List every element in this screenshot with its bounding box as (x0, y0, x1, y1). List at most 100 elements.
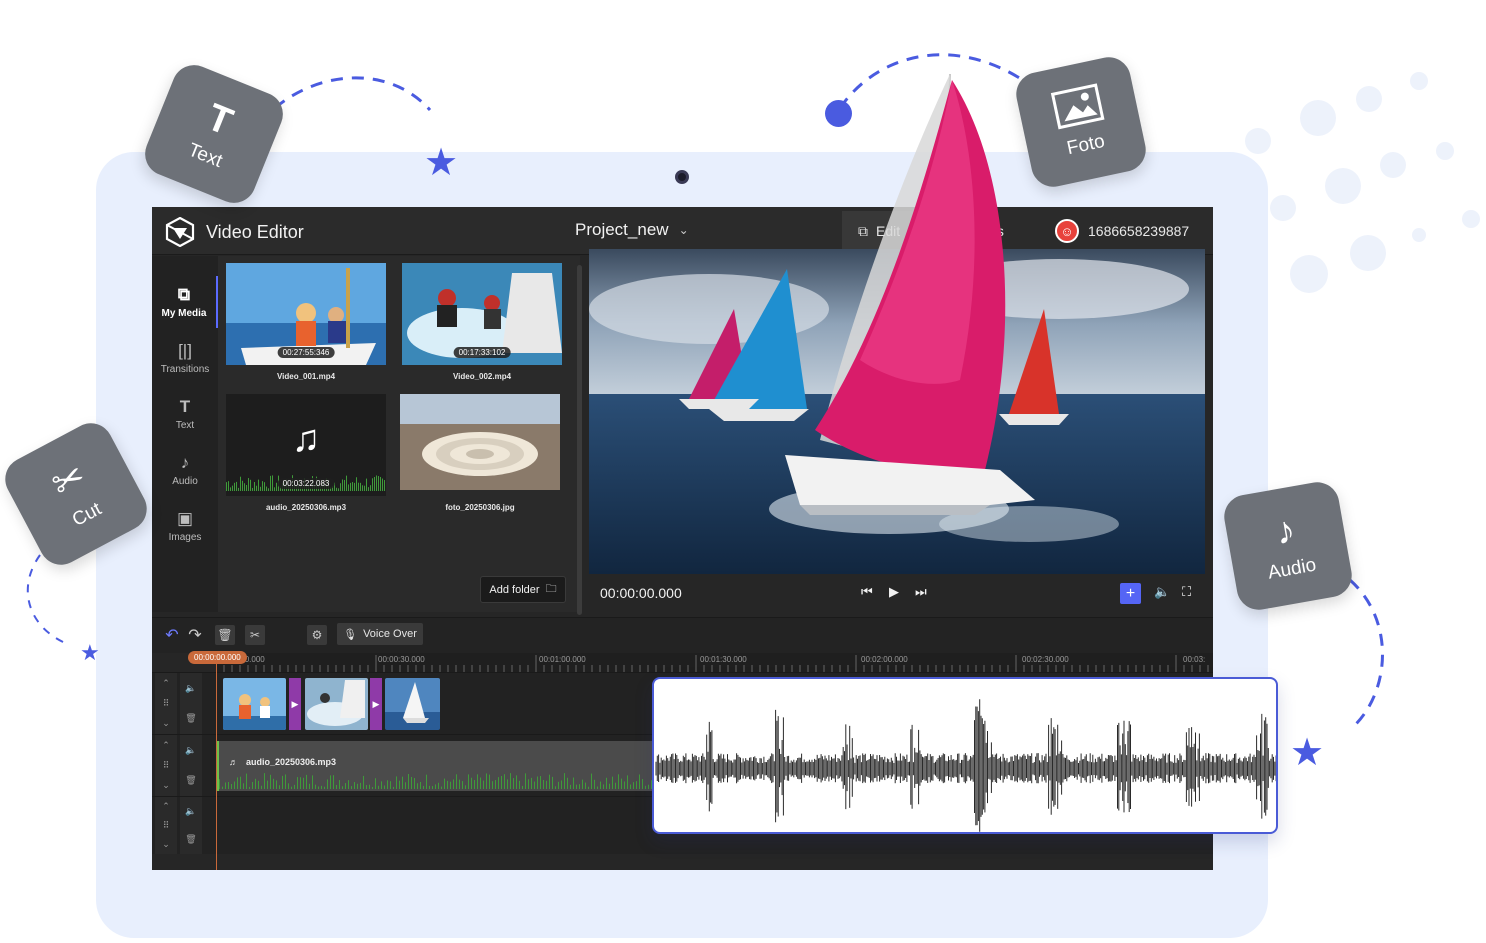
step-back-icon[interactable]: ⏮ (861, 584, 873, 600)
transitions-icon: [|] (178, 340, 192, 360)
ruler-label: 00:03: (1183, 655, 1206, 664)
transition-marker[interactable]: ▶ (370, 678, 382, 730)
video-preview (589, 249, 1205, 574)
settings-icon[interactable]: ⚙ (307, 625, 327, 645)
volume-icon[interactable]: 🔈 (1154, 584, 1170, 600)
audio-badge-label: Audio (1266, 554, 1318, 584)
app-logo-icon (165, 217, 195, 247)
scissors-icon[interactable]: ✂ (245, 625, 265, 645)
add-to-timeline-button[interactable]: + (1120, 583, 1141, 604)
app-title: Video Editor (206, 222, 304, 242)
star-icon: ★ (424, 142, 459, 184)
timeline-video-clip[interactable] (385, 678, 440, 730)
media-item[interactable]: foto_20250306.jpg (400, 394, 560, 512)
media-item[interactable]: ♫ 00:03:22.083 audio_20250306.mp3 (226, 394, 386, 512)
clip-thumbnail (305, 678, 368, 730)
track-move[interactable]: ⌃ ⠿ ⌄ (155, 735, 177, 796)
sidebar-item-label: Audio (172, 475, 198, 487)
media-item-name: Video_002.mp4 (452, 372, 512, 381)
sidebar-item-transitions[interactable]: [|] Transitions (152, 332, 218, 384)
text-icon: T (179, 396, 191, 416)
audio-badge: ♪ Audio (1220, 478, 1356, 614)
volume-icon: 🔈 (185, 805, 197, 816)
sidebar-item-my-media[interactable]: ⧉ My Media (152, 276, 218, 328)
video-thumbnail: 00:27:55:346 (226, 263, 386, 365)
project-name: Project_new (575, 220, 669, 239)
timeline-video-clip[interactable] (305, 678, 368, 730)
user-account[interactable]: ☺ 1686658239887 (1055, 219, 1189, 243)
timeline-audio-clip[interactable]: ♬ audio_20250306.mp3 (216, 741, 696, 791)
duration-badge: 00:03:22.083 (277, 478, 335, 489)
user-id: 1686658239887 (1088, 223, 1190, 239)
drag-handle-icon: ⠿ (162, 820, 170, 830)
chevron-down-icon: ⌄ (162, 780, 170, 791)
audio-thumbnail: ♫ 00:03:22.083 (226, 394, 386, 496)
chevron-down-icon: ⌄ (162, 718, 170, 729)
video-thumbnail: 00:17:33:102 (402, 263, 562, 365)
timeline-video-clip[interactable] (223, 678, 286, 730)
undo-icon[interactable]: ↶ (162, 625, 182, 645)
decor-dot (825, 100, 852, 127)
add-folder-label: Add folder (489, 583, 540, 596)
sidebar-item-audio[interactable]: ♪ Audio (152, 444, 218, 496)
media-item[interactable]: 00:17:33:102 Video_002.mp4 (402, 263, 562, 381)
delete-icon: 🗑 (185, 834, 197, 845)
media-item[interactable]: 00:27:55:346 Video_001.mp4 (226, 263, 386, 381)
top-bar: Video Editor Project_new ⌄ ⧉ Edit ▢ Proj… (152, 207, 1213, 255)
tab-edit[interactable]: ⧉ Edit (842, 211, 917, 251)
scissors-icon: ✂ (45, 454, 93, 507)
playhead-time[interactable]: 00:00:00.000 (188, 651, 247, 664)
track-controls: ⌃ ⠿ ⌄ 🔈 🗑 (152, 673, 204, 734)
marketing-stage: ★ ★ ★ Video Editor Project_new ⌄ ⧉ Edit (0, 0, 1486, 943)
waveform-popup (652, 677, 1278, 834)
star-icon: ★ (80, 640, 100, 665)
sidebar-item-images[interactable]: ▣ Images (152, 500, 218, 552)
ruler-label: 00:02:30.000 (1022, 655, 1069, 664)
folder-icon: 🗀 (545, 583, 557, 595)
add-folder-button[interactable]: Add folder 🗀 (480, 576, 566, 603)
ruler-label: 00:00:30.000 (378, 655, 425, 664)
track-actions[interactable]: 🔈 🗑 (180, 735, 202, 796)
sidebar-item-text[interactable]: T Text (152, 388, 218, 440)
volume-icon: 🔈 (185, 744, 197, 755)
clip-thumbnail (223, 678, 286, 730)
tab-edit-label: Edit (876, 223, 901, 239)
playhead-line (216, 663, 217, 870)
track-actions[interactable]: 🔈 🗑 (180, 797, 202, 854)
track-move[interactable]: ⌃ ⠿ ⌄ (155, 797, 177, 854)
play-icon[interactable]: ▶ (889, 584, 899, 600)
left-sidebar: ⧉ My Media [|] Transitions T Text ♪ Audi… (152, 256, 218, 612)
star-icon: ★ (1290, 732, 1325, 774)
waveform-graph (655, 699, 1276, 832)
duration-badge: 00:27:55:346 (277, 347, 335, 358)
redo-icon[interactable]: ↷ (185, 625, 205, 645)
audio-icon: ♪ (180, 452, 190, 472)
voice-over-button[interactable]: 🎙 Voice Over (337, 623, 423, 645)
text-badge-label: Text (185, 139, 226, 173)
track-controls: ⌃ ⠿ ⌄ 🔈 🗑 (152, 797, 204, 854)
audio-clip-name: audio_20250306.mp3 (246, 757, 337, 767)
step-forward-icon[interactable]: ⏭ (915, 584, 927, 600)
foto-badge-label: Foto (1065, 130, 1107, 160)
ruler-label: 00:01:30.000 (700, 655, 747, 664)
thumbnail-image (400, 394, 560, 490)
duration-badge: 00:17:33:102 (453, 347, 511, 358)
sidebar-item-label: Images (168, 531, 202, 543)
sidebar-item-label: Transitions (160, 363, 210, 375)
track-move[interactable]: ⌃ ⠿ ⌄ (155, 673, 177, 734)
timeline-toolbar: ↶ ↷ 🗑 ✂ ⚙ 🎙 Voice Over (152, 617, 1213, 653)
fullscreen-icon[interactable]: ⛶ (1182, 584, 1191, 600)
track-actions[interactable]: 🔈 🗑 (180, 673, 202, 734)
preview-frame-image (589, 249, 1205, 574)
ruler-label: 00:01:00.000 (539, 655, 586, 664)
project-selector[interactable]: Project_new ⌄ (575, 220, 689, 240)
delete-icon[interactable]: 🗑 (215, 625, 235, 645)
media-icon: ⧉ (177, 284, 191, 304)
transition-marker[interactable]: ▶ (289, 678, 301, 730)
media-scrollbar[interactable] (577, 265, 582, 615)
text-icon: T (200, 96, 239, 144)
sidebar-item-label: My Media (161, 307, 207, 319)
media-item-name: Video_001.mp4 (276, 372, 336, 381)
track-controls: ⌃ ⠿ ⌄ 🔈 🗑 (152, 735, 204, 796)
tab-projects[interactable]: ▢ Projects (916, 211, 1020, 251)
